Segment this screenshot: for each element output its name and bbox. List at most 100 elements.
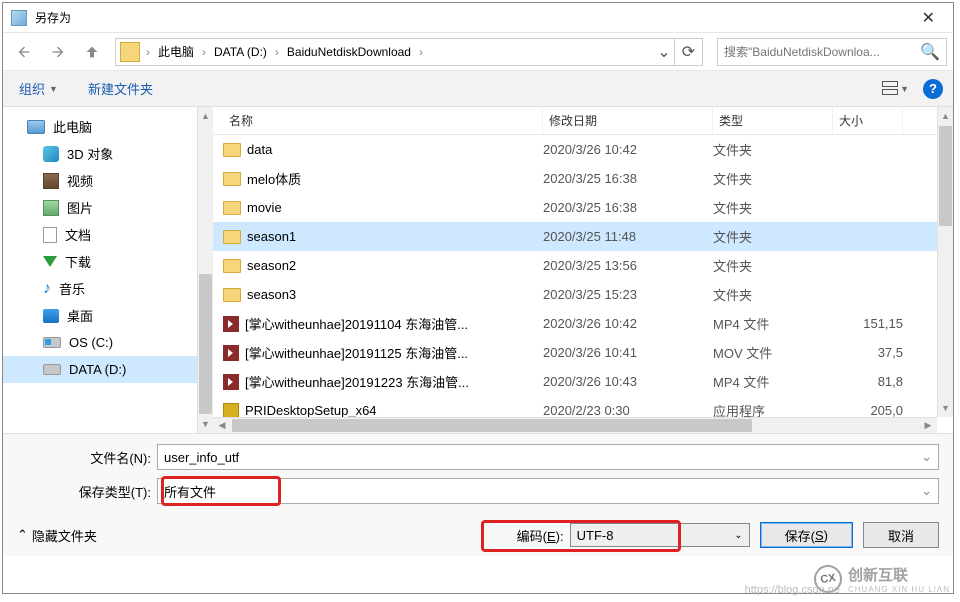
- sidebar-item-this-pc[interactable]: 此电脑: [3, 113, 213, 140]
- file-date: 2020/3/25 15:23: [543, 287, 713, 302]
- chevron-down-icon[interactable]: ⌄: [921, 483, 932, 499]
- documents-icon: [43, 227, 57, 243]
- file-type: 文件夹: [713, 169, 833, 188]
- videos-icon: [43, 173, 59, 189]
- sidebar-item-downloads[interactable]: 下载: [3, 248, 213, 275]
- close-icon[interactable]: ✕: [912, 4, 945, 32]
- filename-input[interactable]: user_info_utf⌄: [157, 444, 939, 470]
- file-row[interactable]: [掌心witheunhae]20191223 东海油管...2020/3/26 …: [213, 367, 953, 396]
- chevron-down-icon: ▼: [900, 84, 909, 94]
- organize-button[interactable]: 组织▼: [13, 75, 64, 102]
- file-size: 37,5: [833, 345, 903, 360]
- file-row[interactable]: melo体质2020/3/25 16:38文件夹: [213, 164, 953, 193]
- scroll-left-icon[interactable]: ◀: [213, 418, 231, 433]
- chevron-down-icon[interactable]: ⌄: [654, 39, 674, 65]
- sidebar-item-data-drive[interactable]: DATA (D:): [3, 356, 213, 383]
- main-scrollbar-vertical[interactable]: ▲ ▼: [937, 107, 953, 417]
- breadcrumb-drive[interactable]: DATA (D:): [208, 39, 273, 65]
- window-title: 另存为: [35, 9, 912, 26]
- folder-icon: [223, 288, 241, 302]
- folder-icon: [223, 230, 241, 244]
- chevron-down-icon: ⌄: [734, 530, 742, 541]
- breadcrumb[interactable]: › 此电脑 › DATA (D:) › BaiduNetdiskDownload…: [115, 38, 703, 66]
- watermark-url: https://blog.csdn.ne: [745, 584, 840, 596]
- filename-label: 文件名(N):: [17, 448, 157, 467]
- mp4-icon: [223, 345, 239, 361]
- file-type: 文件夹: [713, 285, 833, 304]
- 3d-objects-icon: [43, 146, 59, 162]
- main-scrollbar-horizontal[interactable]: ◀ ▶: [213, 417, 937, 433]
- chevron-right-icon[interactable]: ›: [273, 39, 281, 65]
- search-field[interactable]: [724, 45, 920, 59]
- scroll-down-icon[interactable]: ▼: [938, 399, 953, 417]
- file-row[interactable]: season12020/3/25 11:48文件夹: [213, 222, 953, 251]
- file-date: 2020/3/26 10:41: [543, 345, 713, 360]
- file-name: melo体质: [247, 169, 301, 188]
- cancel-button[interactable]: 取消: [863, 522, 939, 548]
- sidebar-item-3d[interactable]: 3D 对象: [3, 140, 213, 167]
- file-name: [掌心witheunhae]20191125 东海油管...: [245, 343, 468, 362]
- desktop-icon: [43, 309, 59, 323]
- drive-icon: [43, 364, 61, 375]
- scroll-right-icon[interactable]: ▶: [919, 418, 937, 433]
- nav-forward-button: [43, 39, 73, 65]
- file-date: 2020/3/26 10:43: [543, 374, 713, 389]
- column-headers: 名称 修改日期 类型 大小: [213, 107, 953, 135]
- column-type[interactable]: 类型: [713, 107, 833, 134]
- nav-up-button[interactable]: [77, 39, 107, 65]
- save-button[interactable]: 保存(S): [760, 522, 853, 548]
- sidebar-item-desktop[interactable]: 桌面: [3, 302, 213, 329]
- sidebar-item-os-drive[interactable]: OS (C:): [3, 329, 213, 356]
- file-row[interactable]: season22020/3/25 13:56文件夹: [213, 251, 953, 280]
- file-size: 151,15: [833, 316, 903, 331]
- file-name: data: [247, 142, 272, 157]
- chevron-right-icon[interactable]: ›: [417, 39, 425, 65]
- notepad-icon: [11, 10, 27, 26]
- sidebar-item-music[interactable]: ♪音乐: [3, 275, 213, 302]
- breadcrumb-folder[interactable]: BaiduNetdiskDownload: [281, 39, 417, 65]
- music-icon: ♪: [43, 280, 51, 298]
- downloads-icon: [43, 256, 57, 267]
- nav-back-button[interactable]: [9, 39, 39, 65]
- help-icon[interactable]: ?: [923, 79, 943, 99]
- chevron-right-icon[interactable]: ›: [200, 39, 208, 65]
- file-row[interactable]: season32020/3/25 15:23文件夹: [213, 280, 953, 309]
- refresh-icon[interactable]: ⟳: [674, 38, 702, 66]
- column-name[interactable]: 名称: [223, 107, 543, 134]
- sidebar-item-documents[interactable]: 文档: [3, 221, 213, 248]
- chevron-right-icon[interactable]: ›: [144, 39, 152, 65]
- scroll-up-icon[interactable]: ▲: [938, 107, 953, 125]
- scroll-down-icon[interactable]: ▼: [198, 415, 213, 433]
- file-date: 2020/2/23 0:30: [543, 403, 713, 418]
- scroll-up-icon[interactable]: ▲: [198, 107, 213, 125]
- chevron-down-icon[interactable]: ⌄: [921, 449, 932, 465]
- hide-folders-toggle[interactable]: ⌃隐藏文件夹: [17, 526, 97, 545]
- file-date: 2020/3/25 13:56: [543, 258, 713, 273]
- sidebar-item-videos[interactable]: 视频: [3, 167, 213, 194]
- sidebar-item-pictures[interactable]: 图片: [3, 194, 213, 221]
- file-row[interactable]: [掌心witheunhae]20191104 东海油管...2020/3/26 …: [213, 309, 953, 338]
- scrollbar-thumb[interactable]: [232, 419, 752, 432]
- file-row[interactable]: [掌心witheunhae]20191125 东海油管... 2020/3/26 …: [213, 338, 953, 367]
- folder-icon: [223, 259, 241, 273]
- file-name: season2: [247, 258, 296, 273]
- file-row[interactable]: data2020/3/26 10:42文件夹: [213, 135, 953, 164]
- search-input[interactable]: 🔍: [717, 38, 947, 66]
- chevron-down-icon: ▼: [49, 84, 58, 94]
- sidebar-scrollbar[interactable]: ▲ ▼: [197, 107, 213, 433]
- chevron-down-icon: ⌃: [17, 527, 28, 543]
- scrollbar-thumb[interactable]: [199, 274, 212, 414]
- new-folder-button[interactable]: 新建文件夹: [82, 75, 159, 102]
- savetype-label: 保存类型(T):: [17, 482, 157, 501]
- column-size[interactable]: 大小: [833, 107, 903, 134]
- column-date[interactable]: 修改日期: [543, 107, 713, 134]
- file-list-pane: 名称 修改日期 类型 大小 data2020/3/26 10:42文件夹melo…: [213, 107, 953, 433]
- file-size: 205,0: [833, 403, 903, 418]
- view-options-button[interactable]: ▼: [882, 81, 909, 96]
- computer-icon: [27, 120, 45, 134]
- search-icon[interactable]: 🔍: [920, 42, 940, 62]
- breadcrumb-this-pc[interactable]: 此电脑: [152, 39, 200, 65]
- nav-bar: › 此电脑 › DATA (D:) › BaiduNetdiskDownload…: [3, 33, 953, 71]
- scrollbar-thumb[interactable]: [939, 126, 952, 226]
- file-row[interactable]: movie2020/3/25 16:38文件夹: [213, 193, 953, 222]
